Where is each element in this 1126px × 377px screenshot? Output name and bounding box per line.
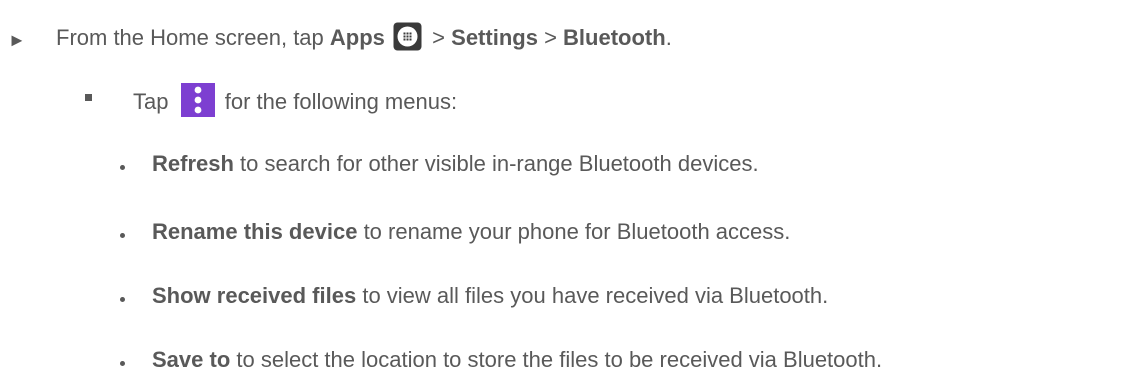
bullet-dot <box>120 361 125 366</box>
menu-desc: to search for other visible in-range Blu… <box>240 151 759 176</box>
menu-label-rename: Rename this device <box>152 219 358 244</box>
list-item: Refresh to search for other visible in-r… <box>152 150 759 178</box>
bullet-dot <box>120 165 125 170</box>
menu-label-show-received: Show received files <box>152 283 357 308</box>
step-end: . <box>665 25 672 50</box>
list-item: Save to to select the location to store … <box>152 346 882 374</box>
substep-instruction: Tap for the following menus: <box>133 83 458 117</box>
menu-desc: to rename your phone for Bluetooth acces… <box>363 219 791 244</box>
tap-label: Tap <box>133 89 169 114</box>
step-prefix: From the Home screen, tap <box>56 25 324 50</box>
apps-label: Apps <box>329 25 385 50</box>
separator: > <box>544 25 557 50</box>
step-instruction: From the Home screen, tap Apps > Setting… <box>56 22 672 51</box>
list-item: Rename this device to rename your phone … <box>152 218 790 246</box>
menu-desc: to view all files you have received via … <box>362 283 829 308</box>
more-options-icon <box>180 83 215 117</box>
list-item: Show received files to view all files yo… <box>152 282 828 310</box>
bluetooth-label: Bluetooth <box>563 25 666 50</box>
play-arrow-icon: ► <box>8 30 26 50</box>
menu-label-refresh: Refresh <box>152 151 234 176</box>
bullet-dot <box>120 233 125 238</box>
settings-label: Settings <box>451 25 538 50</box>
substep-suffix: for the following menus: <box>224 89 458 114</box>
square-bullet <box>85 94 92 101</box>
apps-grid-icon <box>393 22 422 51</box>
menu-label-save-to: Save to <box>152 347 231 372</box>
bullet-dot <box>120 297 125 302</box>
separator: > <box>432 25 446 50</box>
menu-desc: to select the location to store the file… <box>236 347 883 372</box>
